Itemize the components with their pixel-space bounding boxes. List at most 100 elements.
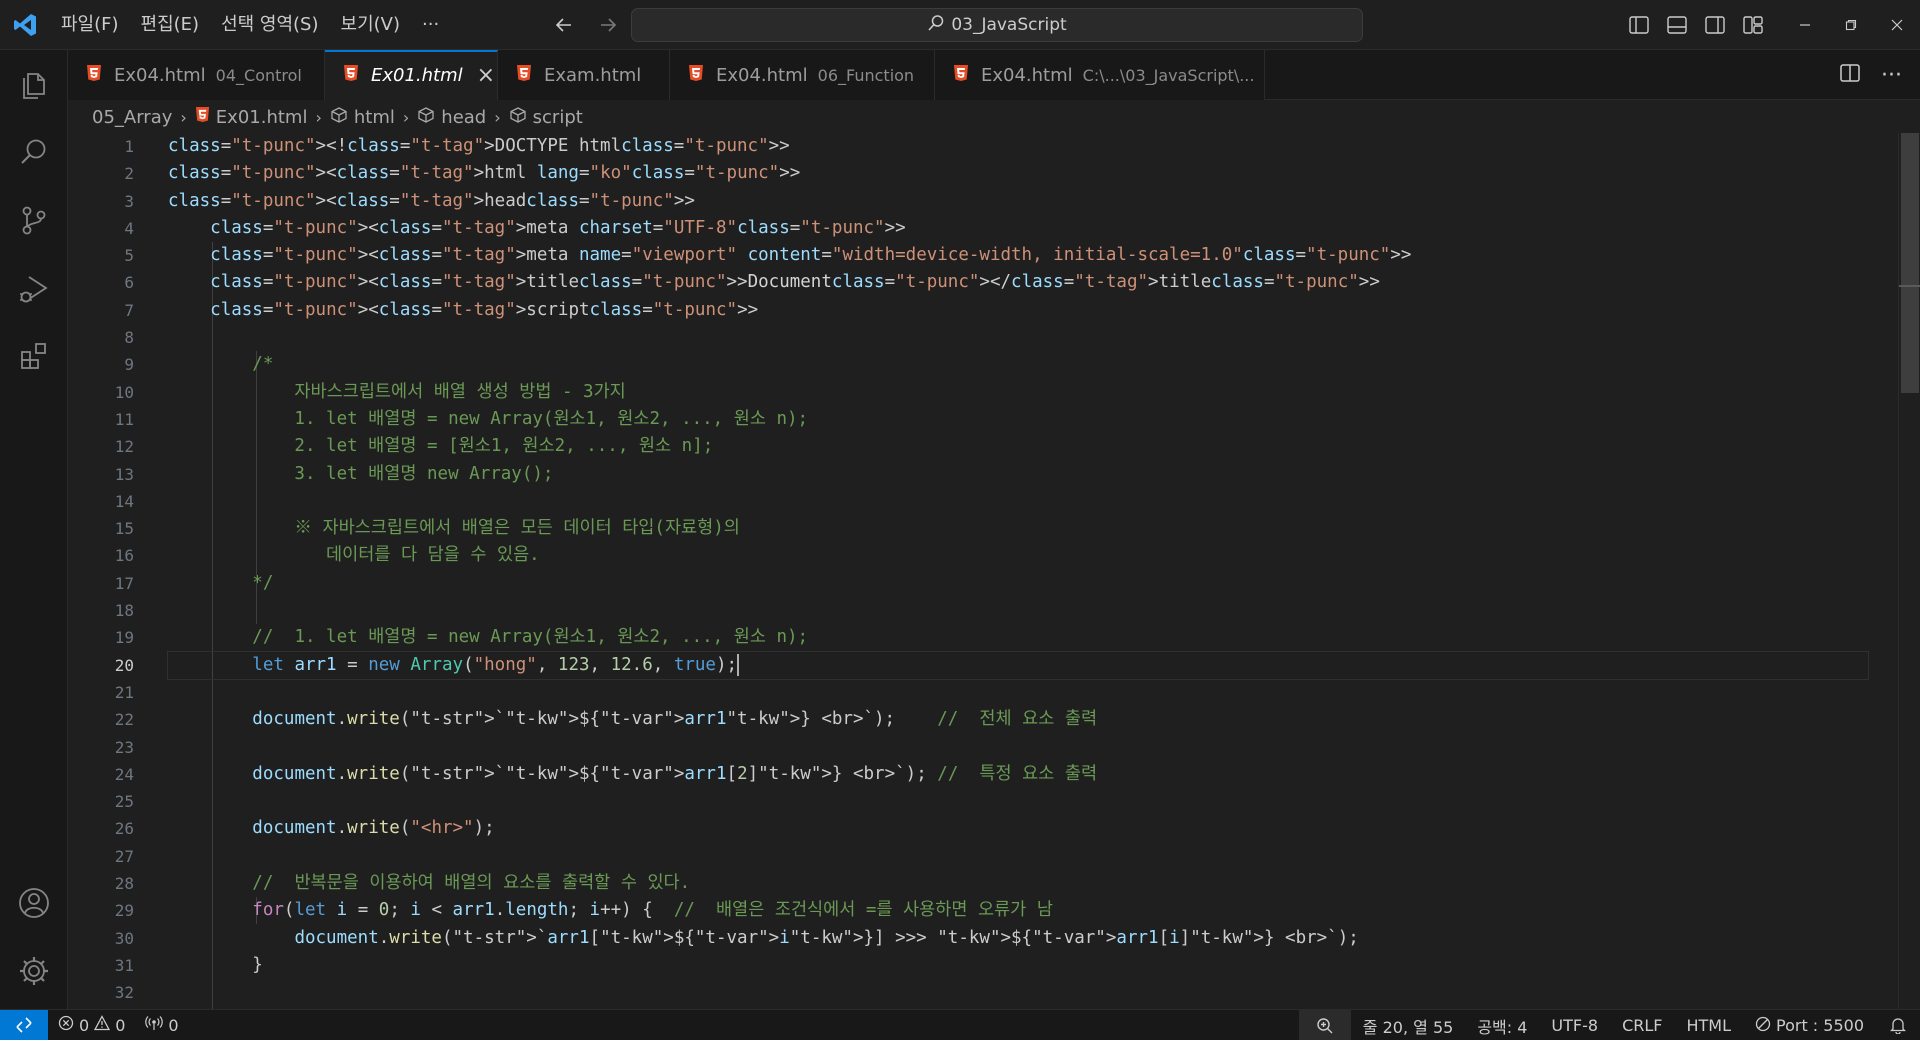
toggle-secondary-sidebar-icon[interactable]	[1696, 8, 1734, 42]
code-line[interactable]: class="t-punc"><class="t-tag">headclass=…	[168, 188, 1868, 215]
back-arrow-icon[interactable]	[548, 8, 580, 42]
code-line[interactable]: class="t-punc"><class="t-tag">titleclass…	[168, 269, 1868, 296]
source-control-icon[interactable]	[0, 186, 68, 254]
code-line[interactable]	[168, 734, 1868, 761]
line-number: 3	[124, 191, 134, 211]
tab-label: Ex04.html	[114, 64, 206, 86]
tab-ex04-path[interactable]: Ex04.html C:\...\03_JavaScript\...	[935, 50, 1265, 100]
menu-selection[interactable]: 선택 영역(S)	[210, 8, 329, 42]
line-number: 1	[124, 137, 134, 156]
indentation[interactable]: 공백: 4	[1465, 1010, 1539, 1040]
split-editor-icon[interactable]	[1839, 63, 1861, 87]
port-label: Port : 5500	[1776, 1016, 1864, 1035]
remote-indicator-icon[interactable]	[0, 1009, 48, 1040]
code-line[interactable]	[168, 597, 1868, 624]
notifications-bell-icon[interactable]	[1876, 1010, 1920, 1040]
toggle-primary-sidebar-icon[interactable]	[1620, 8, 1658, 42]
code-line[interactable]: 데이터를 다 담을 수 있음.	[168, 542, 1868, 569]
cursor-position[interactable]: 줄 20, 열 55	[1351, 1010, 1466, 1040]
end-of-line[interactable]: CRLF	[1610, 1010, 1674, 1040]
vertical-scrollbar[interactable]	[1898, 133, 1920, 1009]
tab-exam[interactable]: Exam.html	[498, 50, 670, 100]
code-line[interactable]: /*	[168, 351, 1868, 378]
code-line[interactable]: let arr1 = new Array("hong", 123, 12.6, …	[167, 650, 1869, 680]
line-number-gutter: 1 2 3 4 5 6 7 8 9 10 11 12 13 14 15 16 17 18 19 20 21 22 23 24 2…	[68, 133, 134, 1007]
more-actions-icon[interactable]: ···	[1873, 63, 1910, 88]
minimize-icon[interactable]	[1782, 0, 1828, 50]
language-mode[interactable]: HTML	[1674, 1010, 1743, 1040]
code-line[interactable]	[168, 843, 1868, 870]
code-line[interactable]: class="t-punc"><class="t-tag">meta chars…	[168, 215, 1868, 242]
code-line[interactable]: ※ 자바스크립트에서 배열은 모든 데이터 타입(자료형)의	[168, 515, 1868, 542]
code-line[interactable]: document.write("t-str">`"t-kw">${"t-var"…	[168, 761, 1868, 788]
explorer-icon[interactable]	[0, 50, 68, 118]
code-line[interactable]: document.write("<hr>");	[168, 815, 1868, 842]
line-number: 8	[124, 328, 134, 348]
line-number: 15	[114, 519, 134, 539]
code-line[interactable]: class="t-punc"><class="t-tag">html lang=…	[168, 160, 1868, 187]
breadcrumb-folder[interactable]: 05_Array	[92, 107, 172, 128]
circle-slash-icon	[1755, 1016, 1771, 1036]
code-editor[interactable]: 1 2 3 4 5 6 7 8 9 10 11 12 13 14 15 16 17 18 19 20 21 22 23 24 2…	[68, 133, 1920, 1009]
ports-indicator[interactable]: 0	[135, 1010, 188, 1040]
code-line[interactable]: 1. let 배열명 = new Array(원소1, 원소2, ..., 원소…	[168, 406, 1868, 433]
menu-view[interactable]: 보기(V)	[330, 8, 411, 42]
code-line[interactable]: 자바스크립트에서 배열 생성 방법 - 3가지	[168, 379, 1868, 406]
live-server-port[interactable]: Port : 5500	[1743, 1010, 1876, 1040]
zoom-icon[interactable]	[1298, 1010, 1351, 1040]
code-line[interactable]: // 1. let 배열명 = new Array(원소1, 원소2, ...,…	[168, 624, 1868, 651]
code-line[interactable]: // 반복문을 이용하여 배열의 요소를 출력할 수 있다.	[168, 870, 1868, 897]
tab-ex04-function[interactable]: Ex04.html 06_Function	[670, 50, 935, 100]
close-window-icon[interactable]	[1874, 0, 1920, 50]
search-sidebar-icon[interactable]	[0, 118, 68, 186]
encoding[interactable]: UTF-8	[1539, 1010, 1610, 1040]
menu-edit[interactable]: 편집(E)	[130, 8, 211, 42]
toggle-panel-icon[interactable]	[1658, 8, 1696, 42]
element-cube-icon	[330, 106, 348, 129]
code-line[interactable]	[168, 679, 1868, 706]
code-line[interactable]: document.write("t-str">`arr1["t-kw">${"t…	[168, 925, 1868, 952]
line-number: 9	[124, 355, 134, 375]
code-line[interactable]	[168, 488, 1868, 515]
problems-indicator[interactable]: 0 0	[48, 1010, 135, 1040]
line-number: 28	[114, 874, 134, 894]
run-debug-icon[interactable]	[0, 254, 68, 322]
code-line[interactable]: class="t-punc"><!class="t-tag">DOCTYPE h…	[168, 133, 1868, 160]
code-line[interactable]	[168, 324, 1868, 351]
code-line[interactable]: */	[168, 570, 1868, 597]
code-line[interactable]: 2. let 배열명 = [원소1, 원소2, ..., 원소 n];	[168, 433, 1868, 460]
line-number: 25	[114, 792, 134, 812]
line-number: 24	[114, 764, 134, 784]
breadcrumb-html[interactable]: html	[354, 107, 395, 128]
menu-file[interactable]: 파일(F)	[50, 8, 130, 42]
close-tab-icon[interactable]: ×	[477, 63, 495, 88]
settings-gear-icon[interactable]	[0, 937, 68, 1005]
tab-description: 04_Control	[215, 65, 302, 85]
customize-layout-icon[interactable]	[1734, 8, 1772, 42]
tab-ex01-active[interactable]: Ex01.html ×	[325, 50, 498, 100]
extensions-icon[interactable]	[0, 322, 68, 390]
code-line[interactable]: class="t-punc"><class="t-tag">meta name=…	[168, 242, 1868, 269]
tab-ex04-control[interactable]: Ex04.html 04_Control	[68, 50, 325, 100]
scrollbar-thumb[interactable]	[1901, 133, 1919, 393]
code-line[interactable]	[168, 788, 1868, 815]
warning-count: 0	[115, 1015, 126, 1035]
breadcrumb-script[interactable]: script	[533, 107, 583, 128]
breadcrumb-head[interactable]: head	[441, 107, 486, 128]
code-line[interactable]	[168, 979, 1868, 1006]
html5-icon	[516, 64, 532, 87]
code-line[interactable]: document.write("t-str">`"t-kw">${"t-var"…	[168, 706, 1868, 733]
code-line[interactable]: }	[168, 952, 1868, 979]
line-number: 21	[114, 682, 134, 702]
restore-icon[interactable]	[1828, 0, 1874, 50]
line-number: 27	[114, 846, 134, 866]
breadcrumb-file[interactable]: Ex01.html	[216, 107, 308, 128]
account-icon[interactable]	[0, 869, 68, 937]
code-line[interactable]: 3. let 배열명 new Array();	[168, 461, 1868, 488]
code-line[interactable]: class="t-punc"><class="t-tag">scriptclas…	[168, 297, 1868, 324]
forward-arrow-icon[interactable]	[592, 8, 624, 42]
command-center-search[interactable]: 03_JavaScript	[631, 8, 1363, 42]
code-area[interactable]: class="t-punc"><!class="t-tag">DOCTYPE h…	[167, 133, 1869, 1009]
menu-more[interactable]: ···	[411, 8, 450, 42]
code-line[interactable]: for(let i = 0; i < arr1.length; i++) { /…	[168, 897, 1868, 924]
